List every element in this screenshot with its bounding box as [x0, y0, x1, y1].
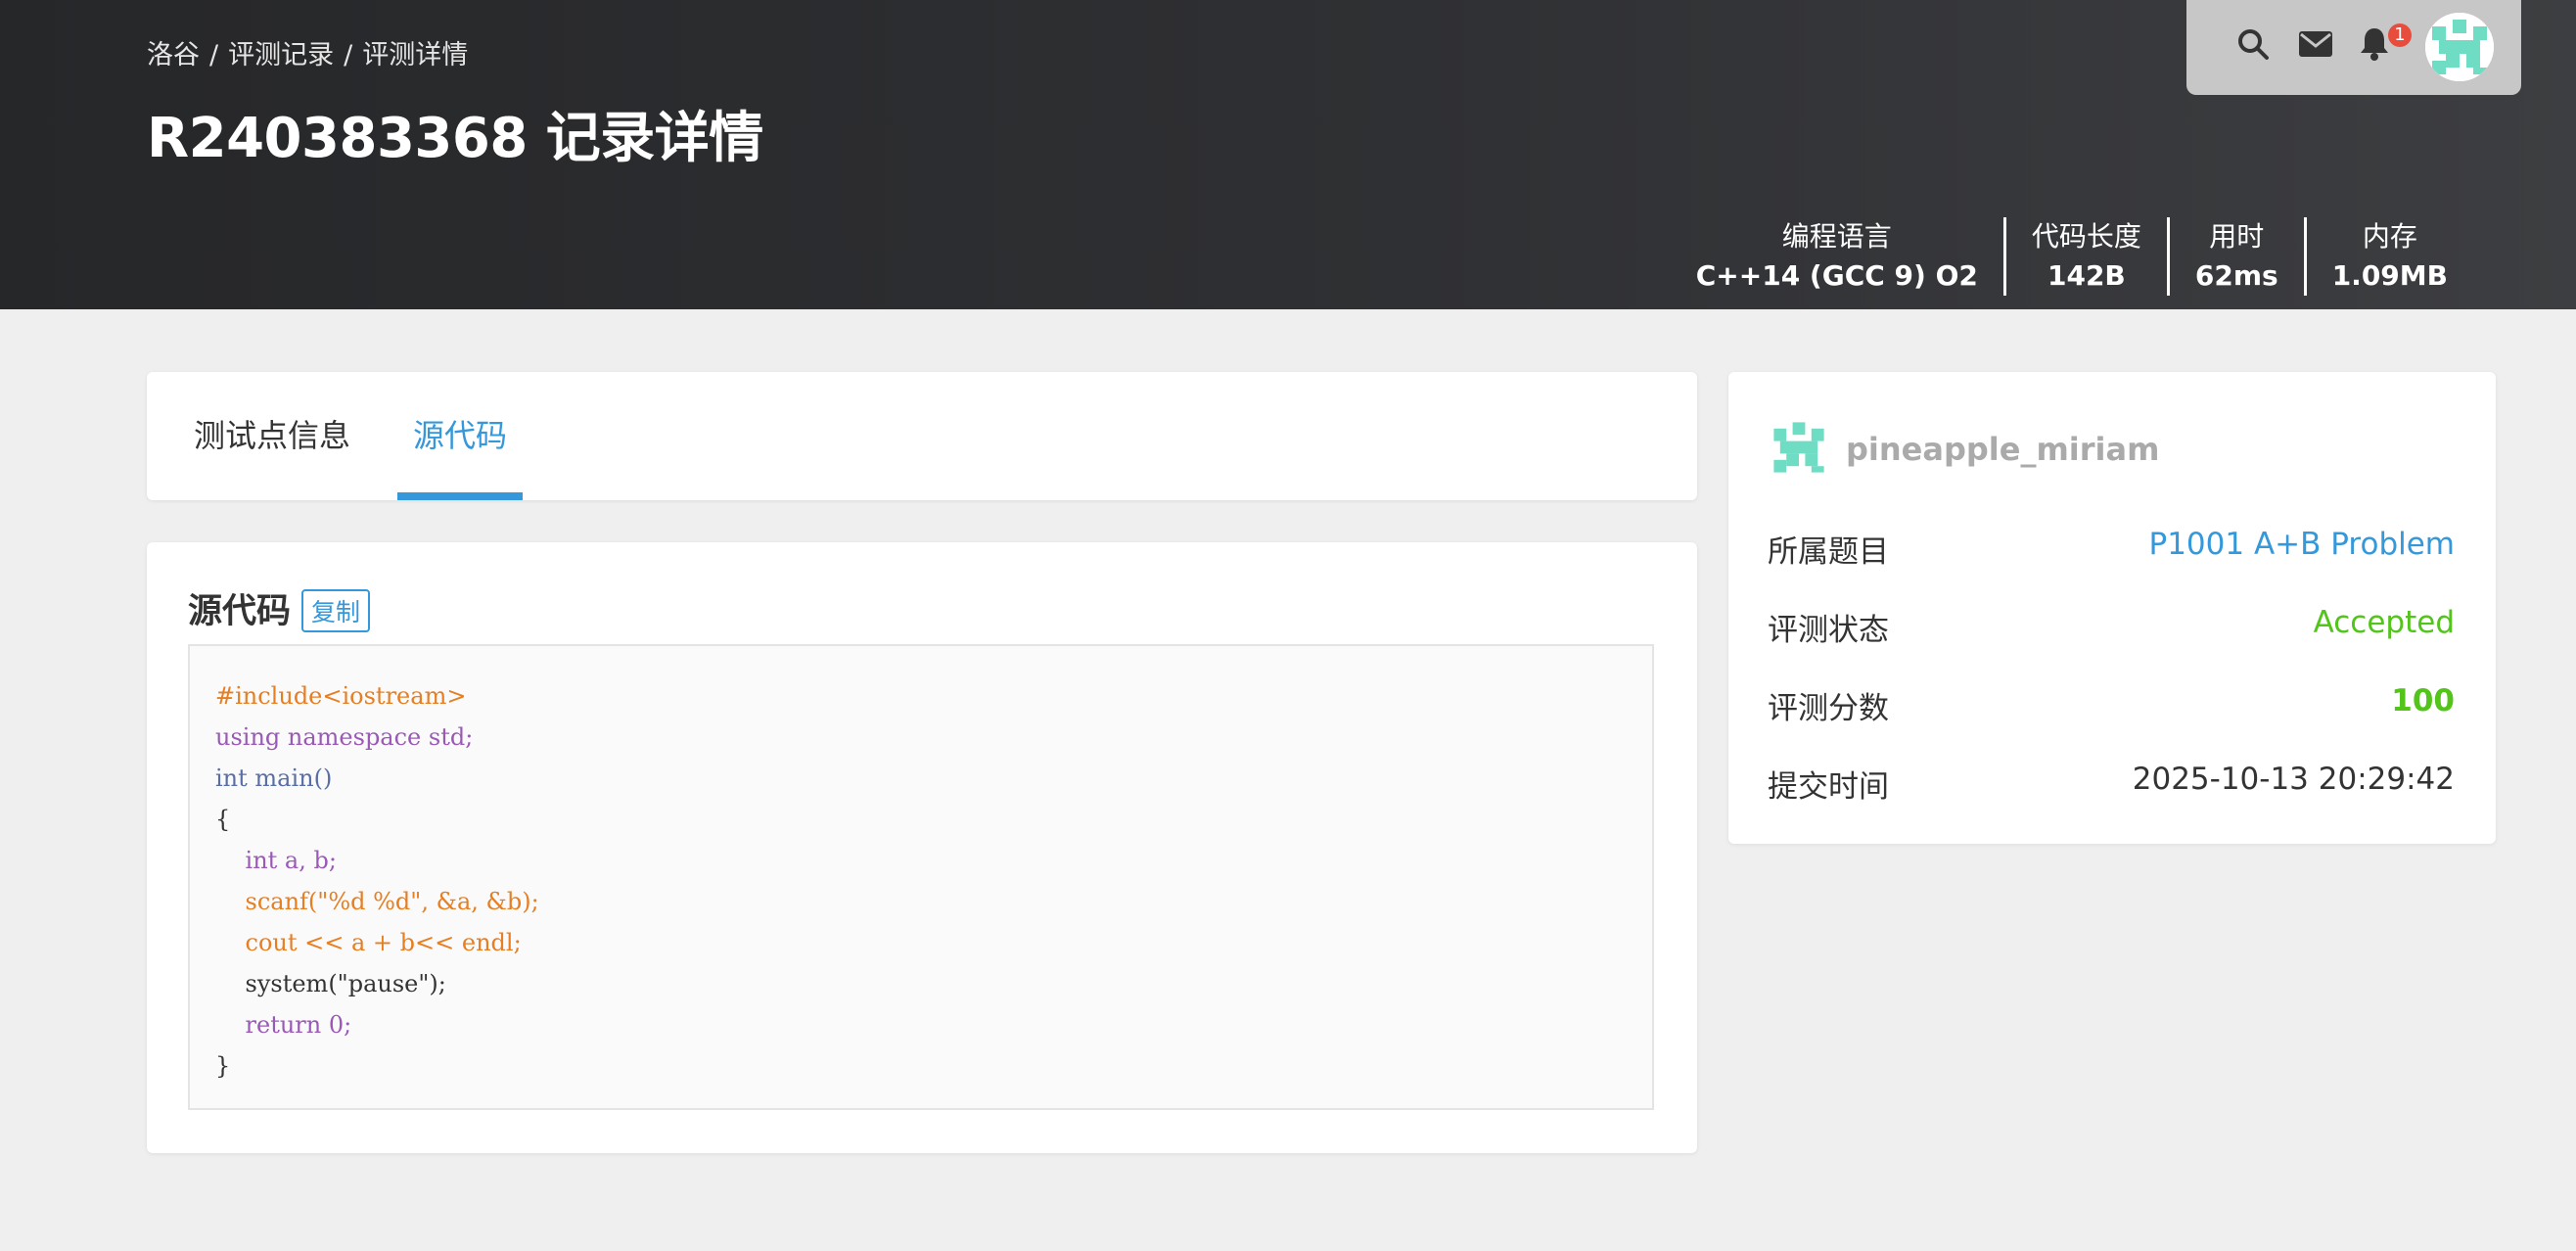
avatar[interactable] [2425, 13, 2494, 81]
stat-value: 142B [2047, 259, 2126, 292]
breadcrumb-separator: / [209, 40, 219, 70]
record-info-panel: pineapple_miriam 所属题目 P1001 A+B Problem … [1728, 372, 2496, 844]
stat-label: 用时 [2209, 220, 2265, 253]
stat-language: 编程语言 C++14 (GCC 9) O2 [1671, 217, 2003, 296]
breadcrumb-item-luogu[interactable]: 洛谷 [147, 40, 200, 70]
code-line-5: scanf("%d %d", &a, &b); [215, 888, 539, 915]
code-line: #include<iostream> [215, 675, 1627, 717]
code-line: { [215, 799, 1627, 840]
breadcrumb-separator: / [344, 40, 353, 70]
search-icon[interactable] [2235, 26, 2271, 62]
username[interactable]: pineapple_miriam [1846, 431, 2159, 468]
code-line: int a, b; [215, 840, 1627, 881]
stat-value: 1.09MB [2331, 259, 2448, 292]
code-line-0: #include<iostream> [215, 682, 467, 710]
status-value: Accepted [2313, 605, 2455, 640]
stat-label: 内存 [2362, 220, 2417, 253]
info-row-status: 评测状态 Accepted [1768, 605, 2455, 649]
code-line: int main() [215, 758, 1627, 799]
code-line-6: cout << a + b<< endl; [215, 929, 522, 956]
info-label: 所属题目 [1768, 534, 1889, 570]
info-row-score: 评测分数 100 [1768, 683, 2455, 727]
page-title: R240383368 记录详情 [147, 107, 763, 170]
code-line: } [215, 1045, 1627, 1087]
code-line-9: } [215, 1052, 231, 1080]
code-line-8: return 0; [215, 1011, 352, 1039]
code-line-1: using namespace std; [215, 723, 474, 751]
breadcrumb-item-records[interactable]: 评测记录 [228, 40, 334, 70]
code-line: system("pause"); [215, 963, 1627, 1004]
record-stats: 编程语言 C++14 (GCC 9) O2 代码长度 142B 用时 62ms … [1671, 217, 2473, 296]
stat-value: 62ms [2194, 259, 2278, 292]
code-line-4: int a, b; [215, 847, 337, 874]
code-line: scanf("%d %d", &a, &b); [215, 881, 1627, 922]
submit-time-value: 2025-10-13 20:29:42 [2132, 762, 2455, 797]
stat-label: 编程语言 [1781, 220, 1892, 253]
info-row-problem: 所属题目 P1001 A+B Problem [1768, 527, 2455, 571]
stat-time: 用时 62ms [2166, 217, 2304, 296]
stat-label: 代码长度 [2031, 220, 2141, 253]
info-label: 提交时间 [1768, 769, 1889, 805]
code-line-3: { [215, 806, 231, 833]
submitter[interactable]: pineapple_miriam [1768, 416, 2159, 483]
stat-memory: 内存 1.09MB [2303, 217, 2473, 296]
stat-value: C++14 (GCC 9) O2 [1695, 259, 1978, 292]
breadcrumb-item-detail: 评测详情 [362, 40, 469, 70]
user-avatar-icon [1768, 416, 1830, 483]
page-header: 洛谷 / 评测记录 / 评测详情 R240383368 记录详情 1 编程语言 C++1… [0, 0, 2576, 309]
code-line: using namespace std; [215, 717, 1627, 758]
mail-icon[interactable] [2298, 30, 2333, 58]
info-row-submit-time: 提交时间 2025-10-13 20:29:42 [1768, 762, 2455, 806]
source-code-title: 源代码 [188, 592, 292, 631]
code-line-7: system("pause"); [215, 970, 446, 997]
code-block[interactable]: #include<iostream> using namespace std; … [188, 644, 1654, 1110]
problem-link[interactable]: P1001 A+B Problem [2149, 527, 2455, 571]
tab-source-code[interactable]: 源代码 [397, 372, 524, 500]
copy-button[interactable]: 复制 [301, 589, 371, 632]
code-line: cout << a + b<< endl; [215, 922, 1627, 963]
info-label: 评测分数 [1768, 691, 1889, 726]
code-line-2: int main() [215, 764, 333, 792]
score-value: 100 [2391, 683, 2455, 718]
bell-icon[interactable] [2359, 26, 2390, 62]
source-code-panel: 源代码 复制 #include<iostream> using namespac… [147, 542, 1697, 1153]
notification-badge: 1 [2388, 23, 2412, 47]
breadcrumb: 洛谷 / 评测记录 / 评测详情 [147, 33, 468, 71]
stat-code-length: 代码长度 142B [2002, 217, 2167, 296]
tabs-bar: 测试点信息 源代码 [147, 372, 1697, 500]
info-label: 评测状态 [1768, 613, 1889, 648]
tab-test-points[interactable]: 测试点信息 [178, 372, 366, 500]
code-line: return 0; [215, 1004, 1627, 1045]
